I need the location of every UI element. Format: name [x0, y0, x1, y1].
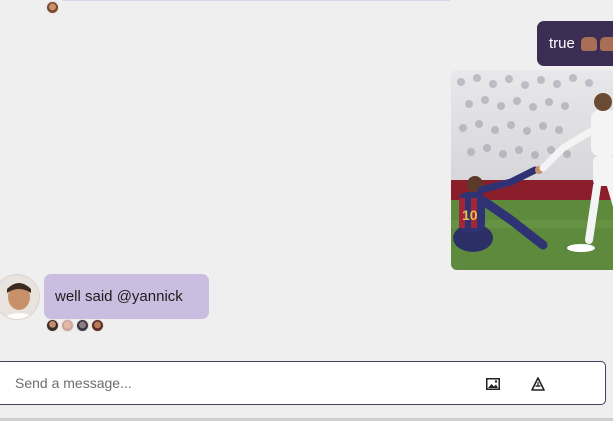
sent-message-bubble[interactable]: true [537, 21, 613, 66]
read-receipts-top [46, 1, 59, 14]
message-composer [0, 361, 606, 405]
image-icon[interactable] [485, 376, 501, 392]
receipt-avatar [91, 319, 104, 332]
received-message-text: well said @yannick [55, 288, 183, 305]
receipt-avatar [46, 319, 59, 332]
read-receipts-bottom [46, 319, 104, 332]
format-icon[interactable] [530, 376, 546, 392]
chat-view: true 10 well said @yannick Send a messag… [0, 0, 613, 421]
message-input[interactable] [15, 368, 455, 398]
sent-message-text: true [549, 35, 575, 52]
receipt-avatar [46, 1, 59, 14]
receipt-avatar [76, 319, 89, 332]
photo-image: 10 [451, 70, 613, 270]
raised-hands-emoji-icon [599, 36, 613, 51]
message-divider [62, 0, 450, 1]
received-message-bubble[interactable]: well said @yannick [44, 274, 209, 319]
raised-hands-emoji-icon [580, 36, 597, 51]
sender-avatar[interactable] [0, 274, 40, 320]
avatar-image [0, 275, 39, 319]
receipt-avatar [61, 319, 74, 332]
message-photo[interactable]: 10 [451, 70, 613, 270]
svg-text:10: 10 [462, 207, 478, 223]
